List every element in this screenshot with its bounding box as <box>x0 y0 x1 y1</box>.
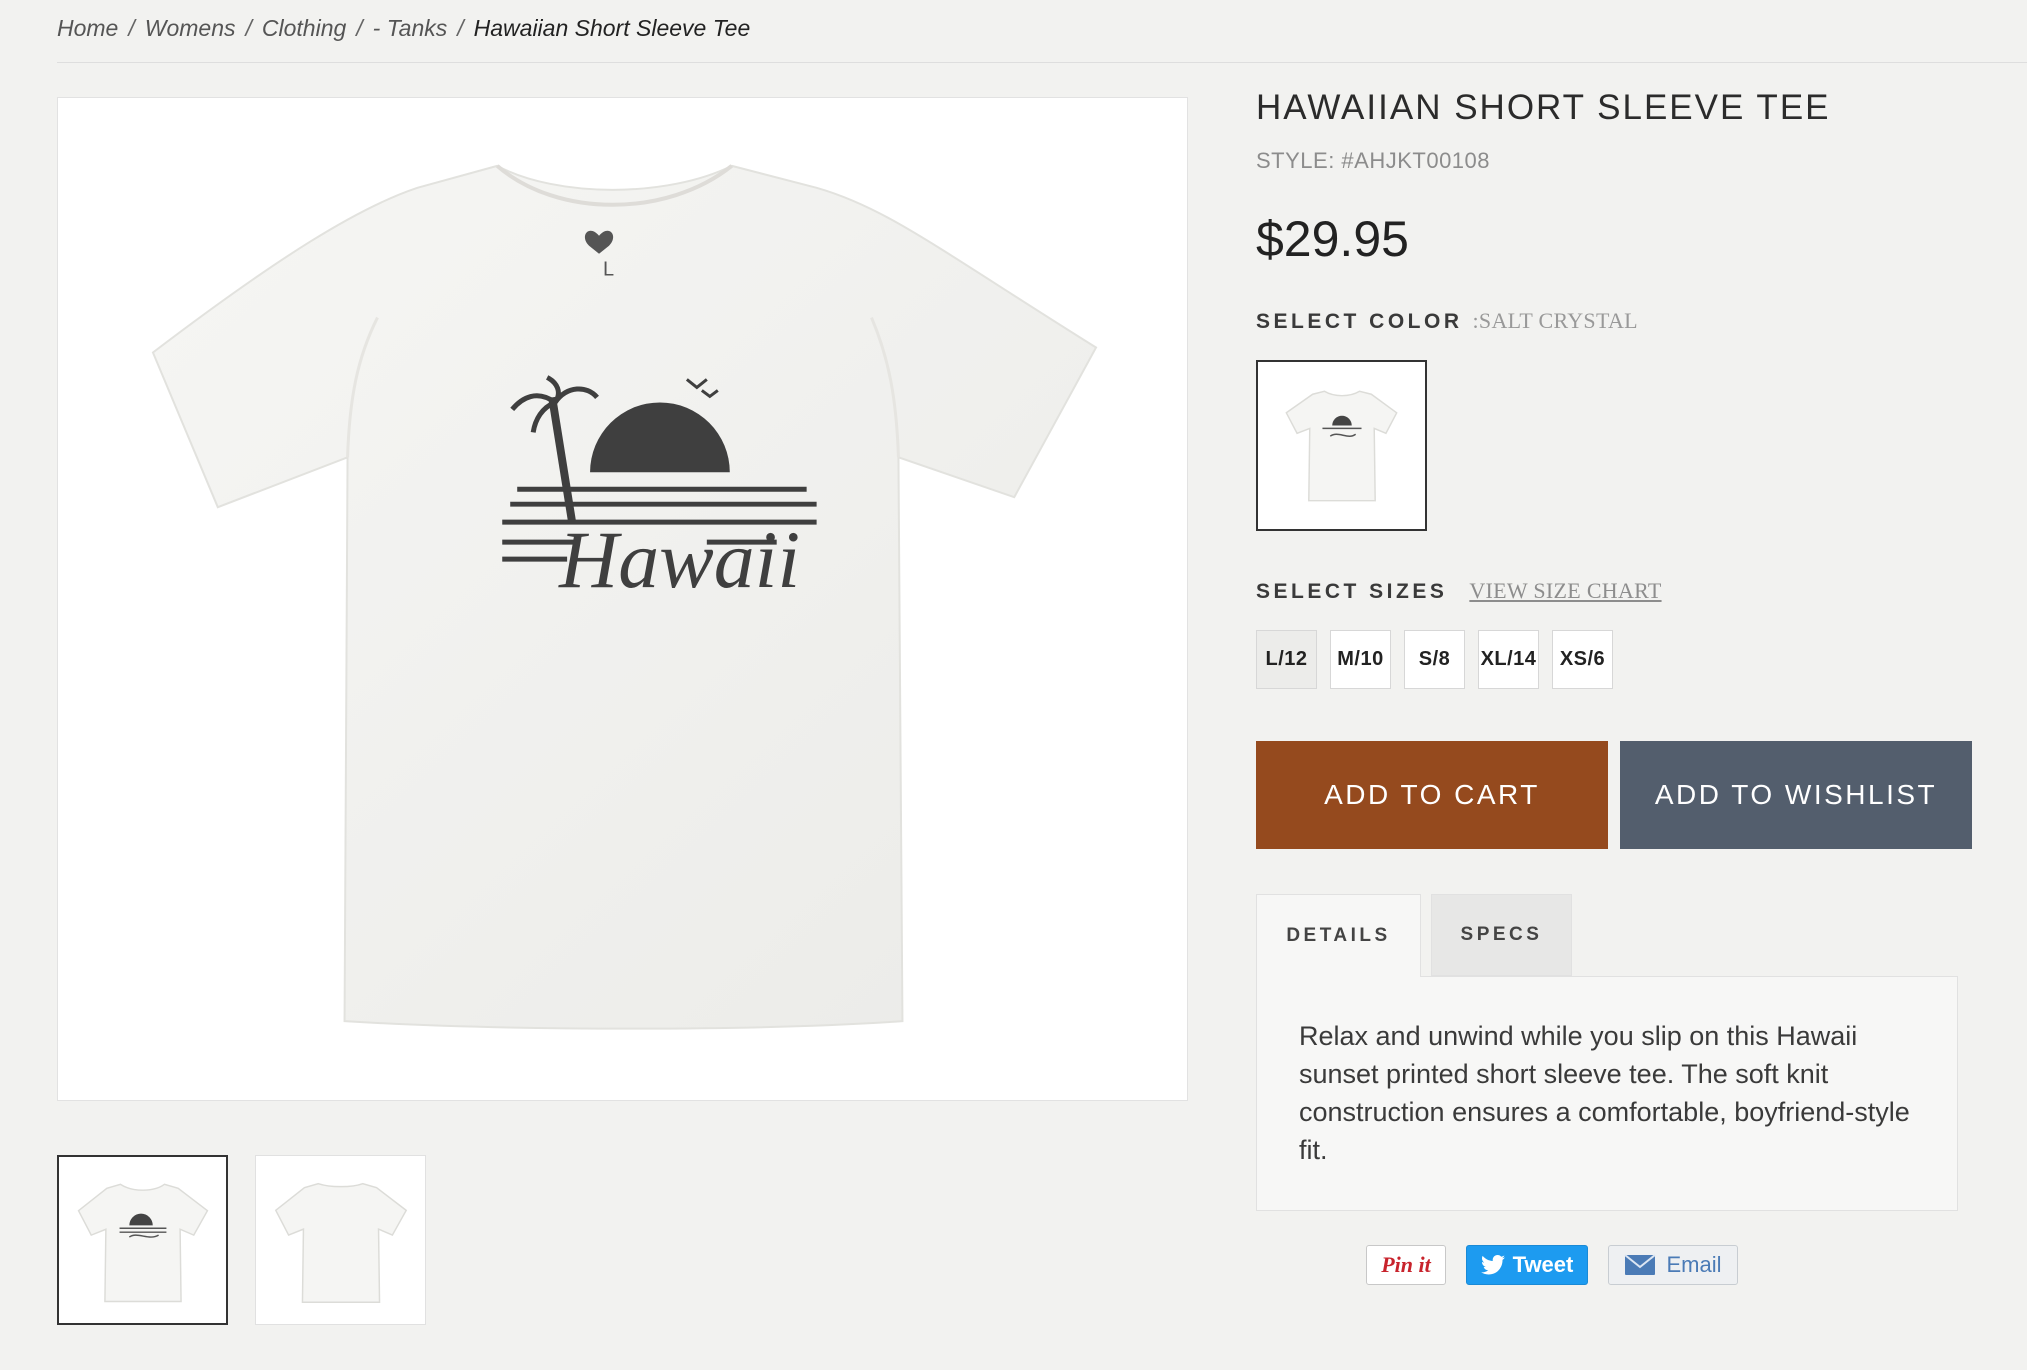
select-color-label: SELECT COLOR <box>1256 310 1463 333</box>
breadcrumb-home[interactable]: Home <box>57 15 118 42</box>
details-panel: Relax and unwind while you slip on this … <box>1256 976 1958 1211</box>
breadcrumb-separator: / <box>457 14 464 41</box>
product-price: $29.95 <box>1256 211 1409 267</box>
size-option-xl14[interactable]: XL/14 <box>1478 630 1539 689</box>
tshirt-back-thumbnail <box>274 1182 408 1303</box>
product-tabs: DETAILS SPECS <box>1256 894 1572 977</box>
breadcrumb-separator: / <box>245 14 252 41</box>
breadcrumb-separator: / <box>128 14 135 41</box>
size-label-row: SELECT SIZES VIEW SIZE CHART <box>1256 578 1662 604</box>
breadcrumb: Home / Womens / Clothing / - Tanks / Haw… <box>57 10 750 46</box>
print-hawaii-text: Hawaii <box>558 514 800 605</box>
size-option-xs6[interactable]: XS/6 <box>1552 630 1613 689</box>
style-code: STYLE: #AHJKT00108 <box>1256 148 1491 173</box>
main-product-image[interactable]: L Hawaii <box>57 97 1188 1101</box>
twitter-bird-icon <box>1480 1255 1505 1275</box>
color-label-row: SELECT COLOR :SALT CRYSTAL <box>1256 308 1638 334</box>
select-sizes-label: SELECT SIZES <box>1256 580 1448 603</box>
email-label: Email <box>1666 1252 1722 1277</box>
size-options: L/12 M/10 S/8 XL/14 XS/6 <box>1256 630 1613 689</box>
thumbnail-front[interactable] <box>57 1155 228 1325</box>
tshirt-front-thumbnail <box>77 1183 209 1303</box>
product-description: Relax and unwind while you slip on this … <box>1299 1021 1910 1165</box>
pinterest-button[interactable]: Pin it <box>1366 1245 1446 1285</box>
selected-color-value: :SALT CRYSTAL <box>1472 308 1638 333</box>
add-to-cart-button[interactable]: ADD TO CART <box>1256 741 1608 849</box>
tshirt-swatch-image <box>1285 390 1398 502</box>
size-option-m10[interactable]: M/10 <box>1330 630 1391 689</box>
size-option-s8[interactable]: S/8 <box>1404 630 1465 689</box>
envelope-icon <box>1624 1254 1657 1275</box>
tweet-button[interactable]: Tweet <box>1466 1245 1588 1285</box>
pin-it-label: Pin it <box>1381 1252 1431 1277</box>
size-option-l12[interactable]: L/12 <box>1256 630 1317 689</box>
breadcrumb-womens[interactable]: Womens <box>145 15 236 42</box>
color-swatch-salt-crystal[interactable] <box>1256 360 1427 531</box>
tshirt-image: L Hawaii <box>151 164 1098 1030</box>
breadcrumb-separator: / <box>356 14 363 41</box>
breadcrumb-clothing[interactable]: Clothing <box>262 15 346 42</box>
breadcrumb-current: Hawaiian Short Sleeve Tee <box>473 14 751 41</box>
tag-size-text: L <box>603 259 614 281</box>
tab-details[interactable]: DETAILS <box>1256 894 1421 977</box>
add-to-wishlist-button[interactable]: ADD TO WISHLIST <box>1620 741 1972 849</box>
email-share-button[interactable]: Email <box>1608 1245 1738 1285</box>
view-size-chart-link[interactable]: VIEW SIZE CHART <box>1469 578 1661 604</box>
tab-specs[interactable]: SPECS <box>1431 894 1572 976</box>
share-buttons: Pin it Tweet Email <box>1366 1245 1738 1285</box>
tweet-label: Tweet <box>1512 1252 1574 1277</box>
breadcrumb-tanks[interactable]: - Tanks <box>373 15 448 42</box>
thumbnail-back[interactable] <box>255 1155 426 1325</box>
product-title: HAWAIIAN SHORT SLEEVE TEE <box>1256 88 1831 127</box>
header-divider <box>57 62 2027 63</box>
